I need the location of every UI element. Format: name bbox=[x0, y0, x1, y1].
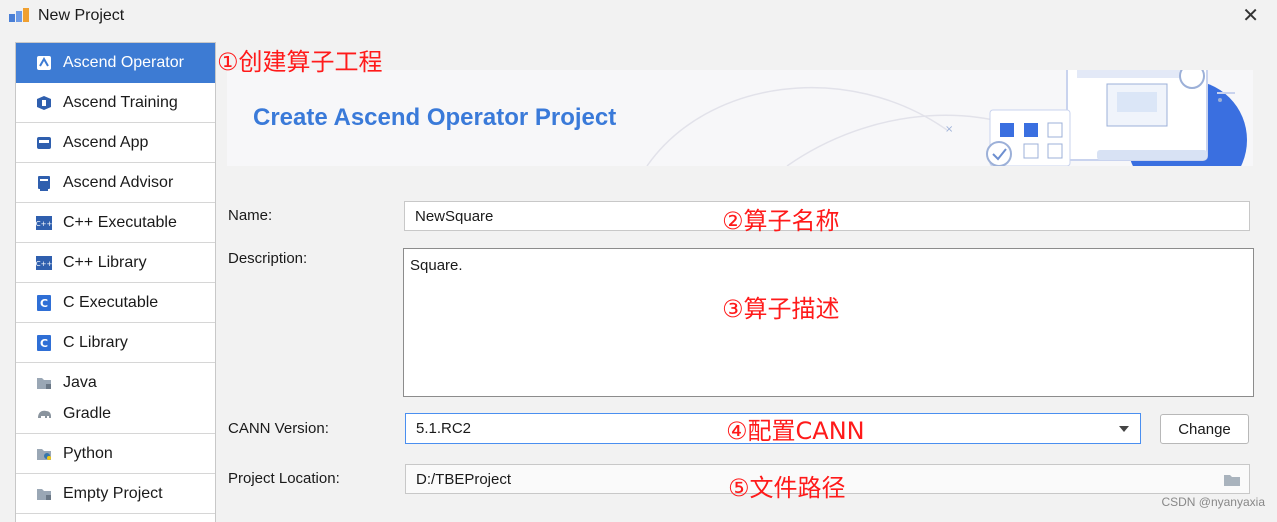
close-icon[interactable]: ✕ bbox=[1242, 6, 1259, 26]
c-icon: C bbox=[37, 294, 51, 311]
folder-icon bbox=[37, 377, 51, 389]
sidebar-item-label: C Executable bbox=[63, 293, 159, 311]
sidebar-item-cpp-library[interactable]: C++ C++ Library bbox=[16, 243, 215, 283]
sidebar-item-label: C++ Library bbox=[63, 253, 147, 271]
ascend-advisor-icon bbox=[38, 175, 50, 191]
sidebar-item-java-group: Java Gradle bbox=[16, 363, 215, 434]
cpp-icon: C++ bbox=[36, 255, 52, 270]
sidebar-item-ascend-advisor[interactable]: Ascend Advisor bbox=[16, 163, 215, 203]
title-bar: New Project ✕ bbox=[0, 0, 1277, 32]
change-button[interactable]: Change bbox=[1160, 414, 1249, 444]
app-icon bbox=[9, 8, 29, 22]
svg-text:C: C bbox=[40, 337, 48, 350]
gradle-elephant-icon bbox=[38, 410, 51, 418]
sidebar-item-label: C Library bbox=[63, 333, 128, 351]
ascend-operator-icon bbox=[37, 55, 51, 70]
svg-text:C: C bbox=[40, 297, 48, 310]
folder-icon[interactable] bbox=[1223, 473, 1241, 487]
sidebar-item-ascend-training[interactable]: Ascend Training bbox=[16, 83, 215, 123]
annotation-configure-cann: ④配置CANN bbox=[726, 417, 865, 445]
sidebar-item-c-executable[interactable]: C C Executable bbox=[16, 283, 215, 323]
annotation-create-operator-project: ①创建算子工程 bbox=[217, 48, 383, 76]
sidebar-item-label: Java bbox=[63, 373, 97, 391]
annotation-file-path: ⑤文件路径 bbox=[728, 474, 846, 502]
cpp-icon: C++ bbox=[36, 215, 52, 230]
sidebar-item-ascend-app[interactable]: Ascend App bbox=[16, 123, 215, 163]
window-title: New Project bbox=[38, 7, 125, 24]
name-value: NewSquare bbox=[415, 207, 494, 225]
folder-icon bbox=[37, 488, 51, 500]
name-label: Name: bbox=[228, 207, 273, 224]
project-location-label: Project Location: bbox=[228, 470, 340, 487]
sidebar-item-empty-project[interactable]: Empty Project bbox=[16, 474, 215, 514]
svg-text:×: × bbox=[945, 124, 953, 135]
cann-version-value: 5.1.RC2 bbox=[416, 420, 472, 437]
sidebar-item-java[interactable]: Java bbox=[16, 367, 215, 398]
sidebar-item-label: Python bbox=[63, 444, 113, 462]
ascend-training-icon bbox=[37, 95, 51, 110]
sidebar-item-label: Gradle bbox=[63, 404, 112, 422]
sidebar-item-label: C++ Executable bbox=[63, 213, 177, 231]
sidebar-item-label: Ascend Operator bbox=[63, 53, 184, 71]
svg-text:C++: C++ bbox=[36, 260, 52, 268]
project-banner: Create Ascend Operator Project × bbox=[227, 70, 1253, 166]
sidebar-item-label: Ascend Training bbox=[63, 93, 178, 111]
cann-version-label: CANN Version: bbox=[228, 420, 329, 437]
svg-text:C++: C++ bbox=[36, 220, 52, 228]
python-folder-icon bbox=[37, 448, 51, 460]
description-value: Square. bbox=[410, 257, 463, 274]
annotation-operator-description: ③算子描述 bbox=[722, 295, 840, 323]
sidebar-item-cpp-executable[interactable]: C++ C++ Executable bbox=[16, 203, 215, 243]
watermark: CSDN @nyanyaxia bbox=[1161, 495, 1265, 509]
sidebar-item-ascend-operator[interactable]: Ascend Operator bbox=[16, 43, 215, 83]
description-label: Description: bbox=[228, 250, 308, 267]
project-type-sidebar: Ascend Operator Ascend Training Ascend A… bbox=[15, 42, 216, 522]
sidebar-item-label: Ascend App bbox=[63, 133, 149, 151]
c-icon: C bbox=[37, 334, 51, 351]
project-location-value: D:/TBEProject bbox=[416, 470, 512, 488]
sidebar-item-python[interactable]: Python bbox=[16, 434, 215, 474]
sidebar-item-gradle[interactable]: Gradle bbox=[16, 398, 215, 429]
banner-illustration: × bbox=[646, 70, 1247, 166]
sidebar-item-c-library[interactable]: C C Library bbox=[16, 323, 215, 363]
ascend-app-icon bbox=[37, 136, 51, 149]
sidebar-item-label: Empty Project bbox=[63, 484, 163, 502]
sidebar-item-label: Ascend Advisor bbox=[63, 173, 174, 191]
chevron-down-icon bbox=[1119, 426, 1129, 432]
annotation-operator-name: ②算子名称 bbox=[722, 207, 840, 235]
